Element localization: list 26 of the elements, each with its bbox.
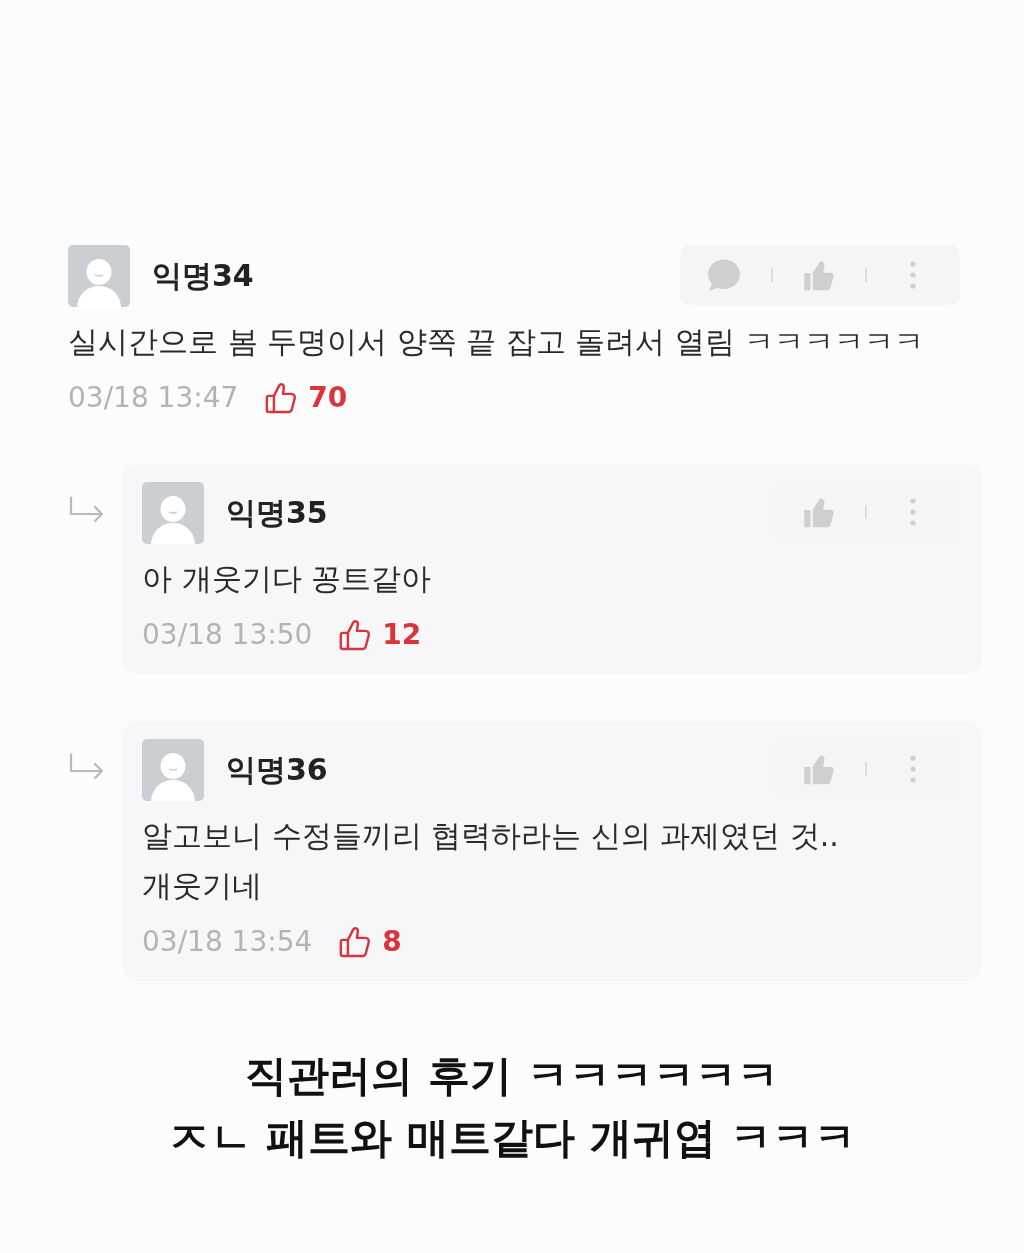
like-count: 12 (382, 617, 422, 653)
comment-text: 아 개웃기다 꽁트같아 (142, 560, 433, 598)
more-icon[interactable] (910, 260, 916, 290)
comment-text: 실시간으로 봄 두명이서 양쪽 끝 잡고 돌려서 열림 ㅋㅋㅋㅋㅋㅋ (68, 323, 926, 361)
avatar-icon (142, 739, 204, 801)
comment-date: 03/18 13:50 (142, 617, 313, 653)
like-count: 70 (308, 380, 348, 416)
reply-arrow-icon (68, 753, 106, 781)
like-count: 8 (382, 924, 402, 960)
avatar-icon (142, 482, 204, 544)
caption-line: ㅈㄴ 패트와 매트같다 개귀엽 ㅋㅋㅋ (167, 1112, 857, 1164)
author-name: 익명34 (152, 257, 254, 295)
caption-line: 직관러의 후기 ㅋㅋㅋㅋㅋㅋ (245, 1050, 779, 1102)
comment-date: 03/18 13:47 (68, 380, 239, 416)
comment-date: 03/18 13:54 (142, 924, 313, 960)
comment-text: 알고보니 수정들끼리 협력하라는 신의 과제였던 것.. 개웃기네 (142, 817, 840, 905)
author-name: 익명36 (226, 751, 328, 789)
avatar-icon (68, 245, 130, 307)
more-icon[interactable] (910, 754, 916, 784)
speech-bubble-icon[interactable] (706, 258, 742, 292)
author-name: 익명35 (226, 494, 328, 532)
more-icon[interactable] (910, 497, 916, 527)
reply-arrow-icon (68, 496, 106, 524)
thumbs-up-icon[interactable] (264, 380, 299, 416)
thumbs-up-icon[interactable] (338, 617, 373, 653)
thumbs-up-icon[interactable] (338, 924, 373, 960)
